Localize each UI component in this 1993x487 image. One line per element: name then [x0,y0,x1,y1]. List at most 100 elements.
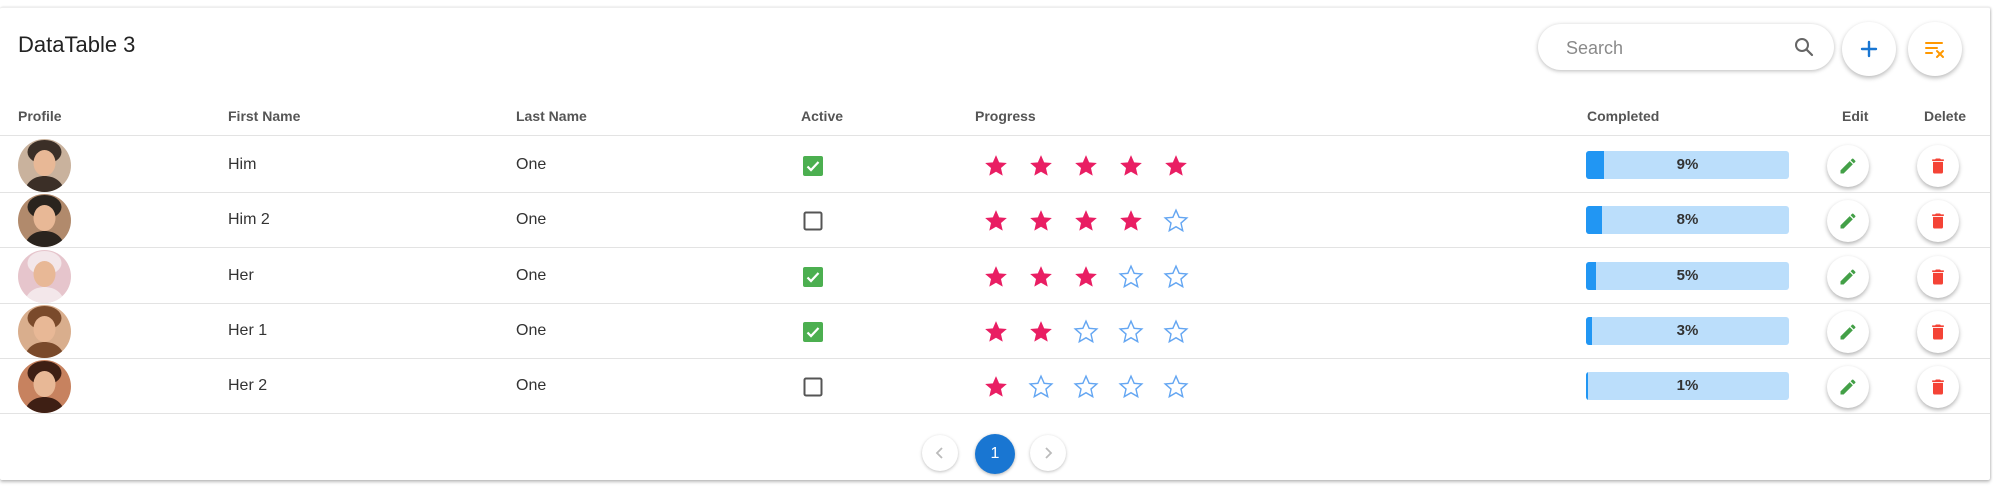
table-row: Her One 5% [0,248,1990,303]
avatar [18,250,71,303]
last-name-cell: One [516,156,547,173]
star-outline-icon[interactable] [1028,374,1054,400]
star-filled-icon[interactable] [983,153,1009,179]
delete-button[interactable] [1917,200,1959,242]
chevron-left-icon [935,447,943,459]
completed-progress-bar: 5% [1586,262,1789,290]
last-name-cell: One [516,322,547,339]
header-divider [0,135,1990,136]
plus-icon [1860,40,1878,58]
completed-percent: 5% [1676,267,1699,284]
col-header-active[interactable]: Active [801,108,843,124]
avatar [18,360,71,413]
prev-page-button[interactable] [922,435,958,471]
active-checkbox-checked[interactable] [803,156,823,176]
active-checkbox-unchecked[interactable] [803,211,823,231]
star-outline-icon[interactable] [1118,264,1144,290]
star-filled-icon[interactable] [1118,153,1144,179]
table-row: Him 2 One 8% [0,192,1990,247]
star-outline-icon[interactable] [1163,208,1189,234]
delete-button[interactable] [1917,145,1959,187]
trash-icon [1932,269,1944,285]
star-outline-icon[interactable] [1073,319,1099,345]
edit-button[interactable] [1827,366,1869,408]
delete-button[interactable] [1917,311,1959,353]
first-name-cell: Him 2 [228,211,270,228]
search-box[interactable] [1538,24,1834,70]
first-name-cell: Her 1 [228,322,268,339]
pencil-icon [1840,324,1856,340]
star-filled-icon[interactable] [1028,208,1054,234]
pencil-icon [1840,379,1856,395]
active-checkbox-checked[interactable] [803,267,823,287]
star-filled-icon[interactable] [1163,153,1189,179]
completed-progress-bar: 9% [1586,151,1789,179]
active-checkbox-unchecked[interactable] [803,377,823,397]
star-filled-icon[interactable] [1118,208,1144,234]
star-filled-icon[interactable] [1073,208,1099,234]
first-name-cell: Her [228,267,254,284]
last-name-cell: One [516,211,547,228]
table-row: Her 2 One 1% [0,358,1990,413]
edit-button[interactable] [1827,145,1869,187]
star-filled-icon[interactable] [1028,319,1054,345]
star-outline-icon[interactable] [1118,319,1144,345]
star-filled-icon[interactable] [1028,264,1054,290]
pencil-icon [1840,158,1856,174]
first-name-cell: Her 2 [228,377,268,394]
star-filled-icon[interactable] [983,319,1009,345]
clear-filter-button[interactable] [1908,22,1962,76]
next-page-button[interactable] [1030,435,1066,471]
completed-progress-bar: 1% [1586,372,1789,400]
col-header-first-name[interactable]: First Name [228,108,300,124]
star-filled-icon[interactable] [983,208,1009,234]
search-icon[interactable] [1792,35,1816,59]
star-filled-icon[interactable] [1028,153,1054,179]
avatar [18,305,71,358]
star-outline-icon[interactable] [1163,319,1189,345]
row-divider [0,413,1990,414]
completed-progress-bar: 8% [1586,206,1789,234]
search-input[interactable] [1564,35,1788,61]
avatar [18,194,71,247]
col-header-edit: Edit [1842,108,1869,124]
avatar [18,139,71,192]
table-row: Her 1 One 3% [0,303,1990,358]
col-header-profile: Profile [18,108,62,124]
col-header-last-name[interactable]: Last Name [516,108,587,124]
edit-button[interactable] [1827,200,1869,242]
add-button[interactable] [1842,22,1896,76]
pencil-icon [1840,213,1856,229]
completed-progress-bar: 3% [1586,317,1789,345]
last-name-cell: One [516,267,547,284]
active-checkbox-checked[interactable] [803,322,823,342]
col-header-delete: Delete [1924,108,1967,124]
completed-percent: 1% [1676,377,1699,394]
col-header-progress[interactable]: Progress [975,108,1036,124]
star-outline-icon[interactable] [1073,374,1099,400]
page-1-button[interactable]: 1 [975,434,1015,474]
delete-button[interactable] [1917,366,1959,408]
edit-button[interactable] [1827,311,1869,353]
star-outline-icon[interactable] [1118,374,1144,400]
col-header-completed[interactable]: Completed [1587,108,1659,124]
star-filled-icon[interactable] [1073,153,1099,179]
delete-button[interactable] [1917,256,1959,298]
star-filled-icon[interactable] [983,374,1009,400]
last-name-cell: One [516,377,547,394]
star-outline-icon[interactable] [1163,264,1189,290]
first-name-cell: Him [228,156,257,173]
trash-icon [1932,324,1944,340]
star-outline-icon[interactable] [1163,374,1189,400]
star-filled-icon[interactable] [1073,264,1099,290]
completed-percent: 8% [1676,211,1699,228]
completed-percent: 9% [1676,156,1699,173]
edit-button[interactable] [1827,256,1869,298]
star-filled-icon[interactable] [983,264,1009,290]
chevron-right-icon [1045,447,1053,459]
completed-percent: 3% [1676,322,1699,339]
table-title: DataTable 3 [18,32,136,57]
pencil-icon [1840,269,1856,285]
table-row: Him One 9% [0,137,1990,192]
trash-icon [1932,379,1944,395]
